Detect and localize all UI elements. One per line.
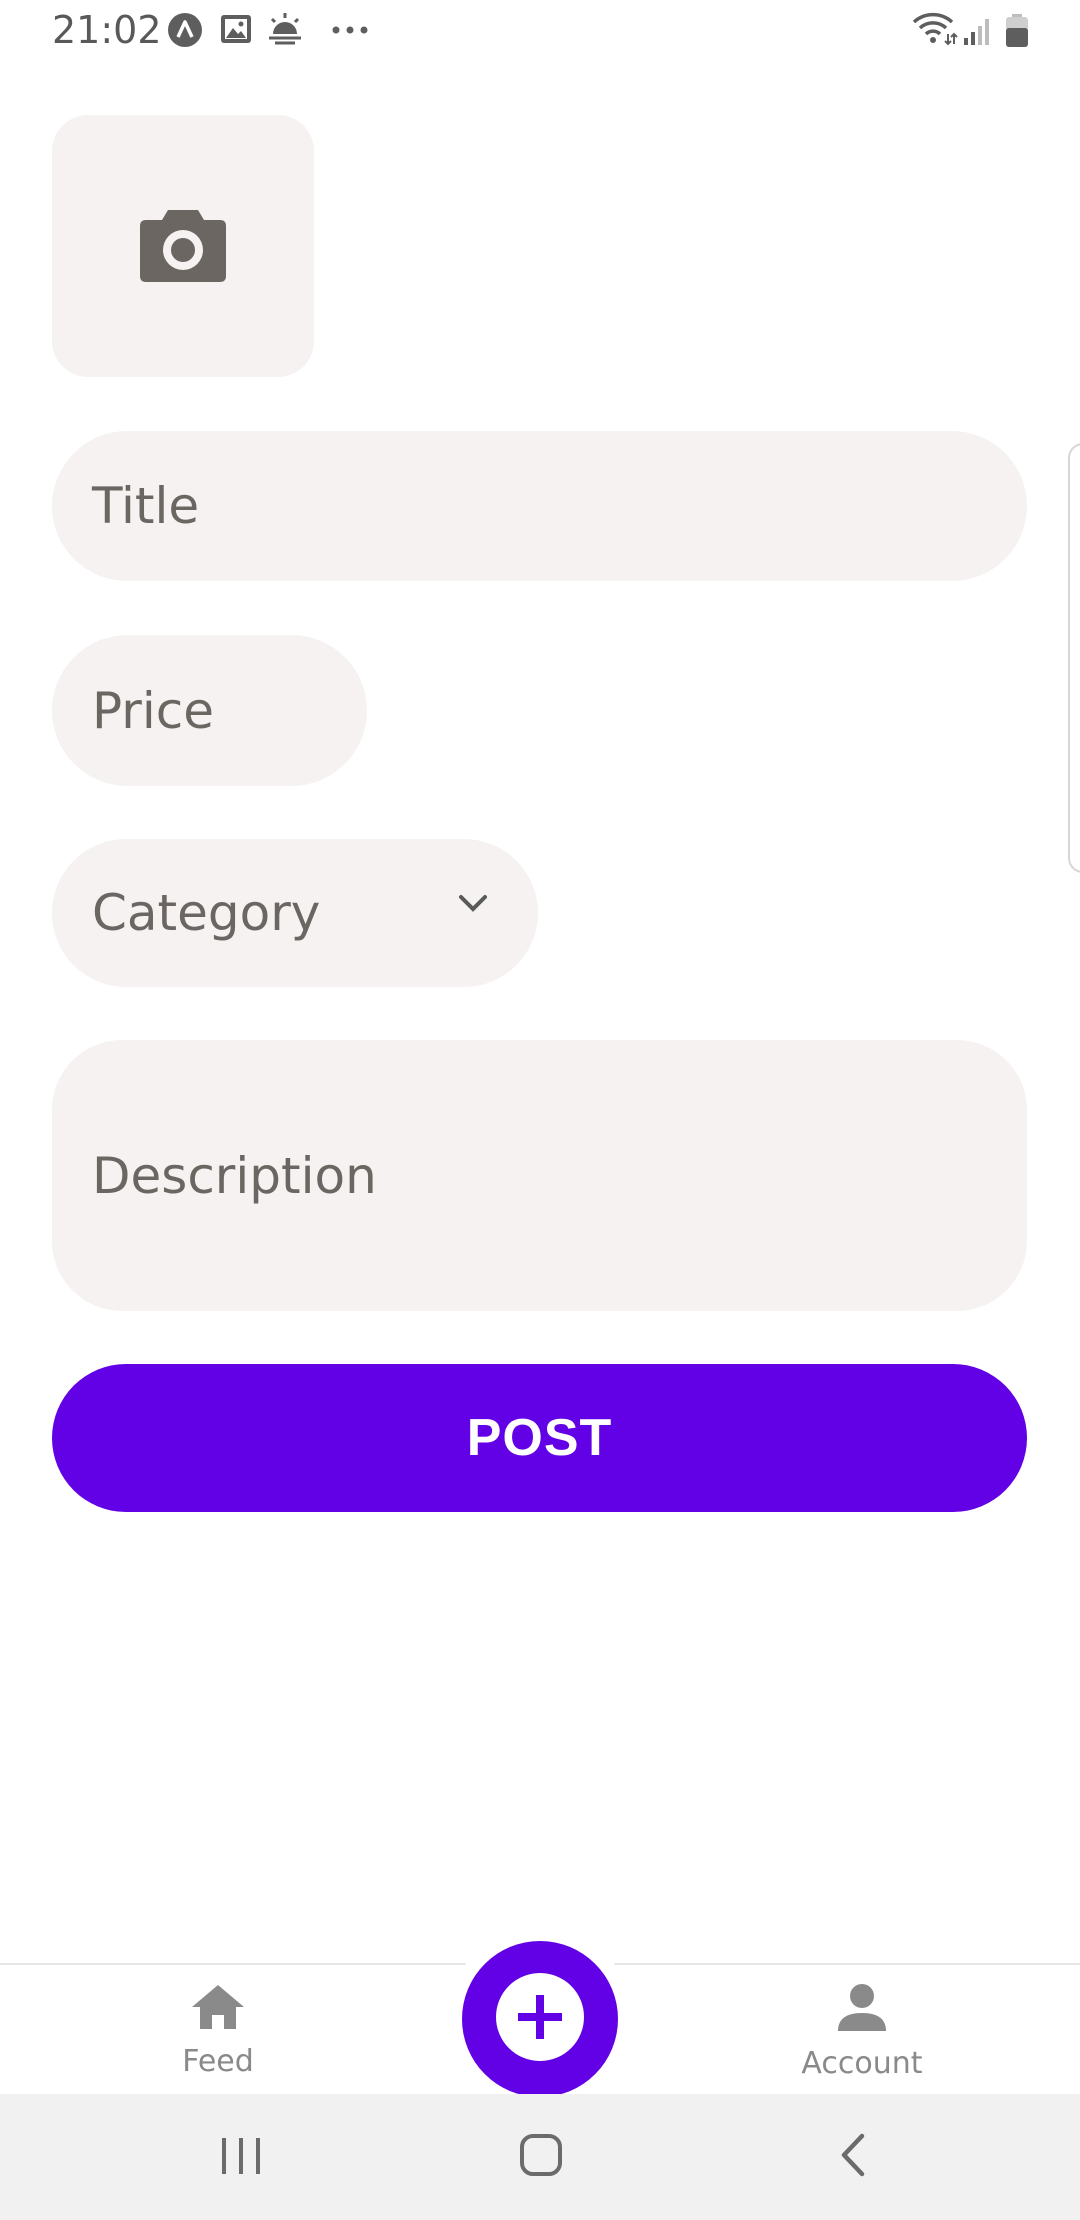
app-notification-icon <box>167 12 203 53</box>
tab-feed-label: Feed <box>182 2044 254 2079</box>
price-input[interactable]: Price <box>52 635 367 786</box>
home-icon <box>190 1983 246 2036</box>
new-listing-button[interactable] <box>462 1941 618 2097</box>
chevron-down-icon <box>457 892 489 919</box>
price-placeholder: Price <box>92 681 214 740</box>
wifi-icon <box>912 12 958 51</box>
tab-account[interactable]: Account <box>762 1965 962 2097</box>
edge-panel-handle[interactable] <box>1068 443 1080 873</box>
image-icon <box>219 12 253 51</box>
weather-icon <box>266 10 304 51</box>
photo-picker[interactable] <box>52 115 314 377</box>
tab-account-label: Account <box>801 2046 923 2081</box>
status-bar: 21:02 <box>0 0 1080 62</box>
tab-feed[interactable]: Feed <box>118 1965 318 2097</box>
user-icon <box>836 1983 888 2038</box>
category-select[interactable]: Category <box>52 839 538 987</box>
plus-circle-icon <box>494 1971 586 2068</box>
post-button[interactable]: POST <box>52 1364 1027 1512</box>
title-placeholder: Title <box>92 477 200 535</box>
battery-icon <box>1004 14 1030 53</box>
system-navigation-bar <box>0 2094 1080 2220</box>
category-placeholder: Category <box>92 884 321 942</box>
title-input[interactable]: Title <box>52 431 1027 581</box>
camera-icon <box>138 204 228 289</box>
description-input[interactable]: Description <box>52 1040 1027 1311</box>
back-icon[interactable] <box>830 2132 876 2183</box>
home-nav-icon[interactable] <box>518 2132 564 2183</box>
new-listing-screen: 21:02 Title Price Category Description P… <box>0 0 1080 2220</box>
status-time: 21:02 <box>52 8 162 52</box>
signal-icon <box>962 14 996 51</box>
recents-icon[interactable] <box>218 2132 264 2183</box>
description-placeholder: Description <box>92 1146 377 1205</box>
more-dots-icon <box>330 12 370 53</box>
